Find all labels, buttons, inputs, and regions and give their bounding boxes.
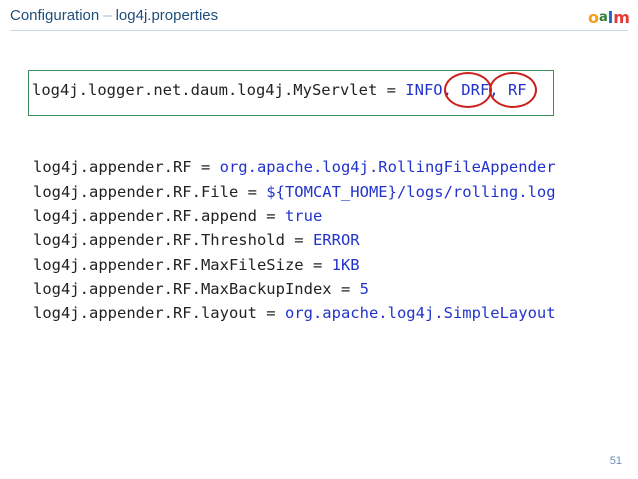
title-separator: – bbox=[103, 7, 112, 24]
appender-key: log4j.appender.RF.append = bbox=[33, 207, 285, 225]
appender-line: log4j.appender.RF.MaxBackupIndex = 5 bbox=[33, 280, 369, 298]
appender-line: log4j.appender.RF.append = true bbox=[33, 207, 322, 225]
page-number: 51 bbox=[609, 455, 622, 467]
appender-line: log4j.appender.RF.Threshold = ERROR bbox=[33, 231, 360, 249]
appender-line: log4j.appender.RF.layout = org.apache.lo… bbox=[33, 304, 556, 322]
appender-line: log4j.appender.RF.MaxFileSize = 1KB bbox=[33, 256, 360, 274]
appender-value: true bbox=[284, 207, 323, 225]
drf-highlight-circle bbox=[444, 72, 492, 108]
appender-line: log4j.appender.RF = org.apache.log4j.Rol… bbox=[33, 158, 556, 176]
brand-logo: oalm bbox=[588, 6, 630, 26]
appender-value: 1KB bbox=[331, 256, 360, 274]
logo-letter: o bbox=[588, 8, 599, 27]
logo-letter: a bbox=[599, 10, 608, 25]
logger-key: log4j.logger.net.daum.log4j.MyServlet = bbox=[32, 81, 406, 99]
title-divider bbox=[10, 30, 628, 31]
appender-key: log4j.appender.RF.layout = bbox=[33, 304, 285, 322]
slide-title: Configuration – log4j.properties bbox=[10, 7, 218, 24]
appender-key: log4j.appender.RF.File = bbox=[33, 183, 267, 201]
appender-value: org.apache.log4j.RollingFileAppender bbox=[219, 158, 556, 176]
title-main: Configuration bbox=[10, 7, 100, 24]
appender-value: 5 bbox=[359, 280, 369, 298]
title-sub: log4j.properties bbox=[115, 7, 219, 24]
appender-value: ERROR bbox=[312, 231, 360, 249]
appender-value: org.apache.log4j.SimpleLayout bbox=[284, 304, 556, 322]
appender-key: log4j.appender.RF.MaxFileSize = bbox=[33, 256, 332, 274]
appender-key: log4j.appender.RF.Threshold = bbox=[33, 231, 313, 249]
appender-key: log4j.appender.RF = bbox=[33, 158, 220, 176]
logo-letter: m bbox=[613, 8, 630, 27]
rf-highlight-circle bbox=[489, 72, 537, 108]
appender-value: ${TOMCAT_HOME}/logs/rolling.log bbox=[266, 183, 556, 201]
appender-key: log4j.appender.RF.MaxBackupIndex = bbox=[33, 280, 360, 298]
appender-line: log4j.appender.RF.File = ${TOMCAT_HOME}/… bbox=[33, 183, 556, 201]
slide: Configuration – log4j.properties oalm log4… bbox=[0, 0, 638, 479]
appender-config-block: log4j.appender.RF = org.apache.log4j.Rol… bbox=[33, 158, 563, 333]
